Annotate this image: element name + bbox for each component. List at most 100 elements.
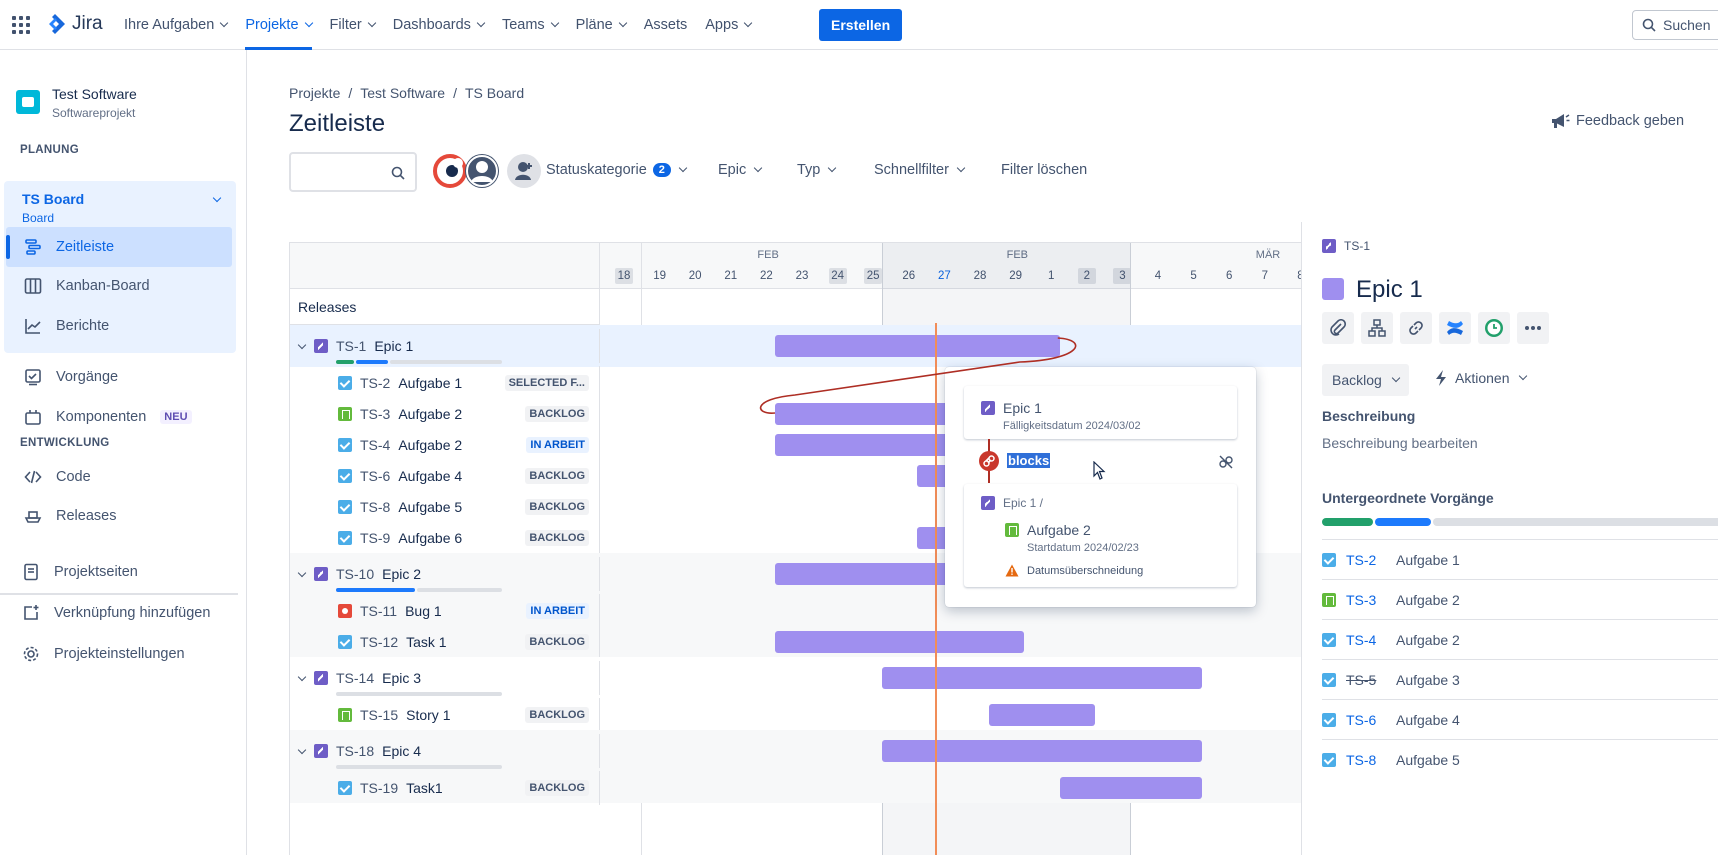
timeline-row-TS-14[interactable]: TS-14 Epic 3 <box>290 661 600 695</box>
child-progress-segment <box>1375 518 1431 526</box>
breadcrumb-projekte[interactable]: Projekte <box>289 85 340 101</box>
jira-logo[interactable]: Jira <box>44 13 103 35</box>
issue-summary: Task 1 <box>406 633 447 650</box>
project-avatar-icon <box>16 90 40 114</box>
epic-filter[interactable]: Epic <box>718 162 763 178</box>
timeline-row-TS-19[interactable]: TS-19 Task1 BACKLOG <box>290 770 600 805</box>
nav-item-0[interactable]: Ihre Aufgaben <box>124 0 229 50</box>
breadcrumb-board[interactable]: TS Board <box>465 85 524 101</box>
child-issue-row[interactable]: TS-3 Aufgabe 2 <box>1322 579 1718 619</box>
confluence-button[interactable] <box>1439 312 1471 344</box>
timeline-row-TS-2[interactable]: TS-2 Aufgabe 1 SELECTED F... <box>290 365 600 400</box>
timeline-bar-TS-14[interactable] <box>881 667 1203 689</box>
type-filter[interactable]: Typ <box>797 162 837 178</box>
timeline-row-TS-9[interactable]: TS-9 Aufgabe 6 BACKLOG <box>290 520 600 555</box>
dependency-source-card[interactable]: Epic 1 Fälligkeitsdatum 2024/03/02 <box>964 386 1237 439</box>
timeline-row-TS-3[interactable]: TS-3 Aufgabe 2 BACKLOG <box>290 396 600 431</box>
task-icon <box>338 780 352 795</box>
nav-item-1[interactable]: Projekte <box>245 0 313 50</box>
statuskategorie-filter[interactable]: Statuskategorie 2 <box>546 162 688 178</box>
timeline-row-TS-15[interactable]: TS-15 Story 1 BACKLOG <box>290 697 600 732</box>
nav-item-2[interactable]: Filter <box>330 0 376 50</box>
status-dropdown[interactable]: Backlog <box>1322 364 1409 396</box>
avatar-user-1[interactable] <box>433 154 467 188</box>
more-actions-button[interactable] <box>1517 312 1549 344</box>
feedback-button[interactable]: Feedback geben <box>1550 112 1684 130</box>
child-issue-button[interactable] <box>1361 312 1393 344</box>
issue-title[interactable]: Epic 1 <box>1356 276 1423 304</box>
timeline-bar-TS-12[interactable] <box>775 630 1025 653</box>
chevron-down-icon <box>367 18 376 28</box>
link-type-label[interactable]: blocks <box>1007 453 1051 468</box>
link-issue-button[interactable] <box>1400 312 1432 344</box>
create-button[interactable]: Erstellen <box>819 9 903 41</box>
timeline-bar-TS-1[interactable] <box>775 335 1060 357</box>
sidebar-item-zeitleiste[interactable]: Zeitleiste <box>6 227 232 267</box>
avatar-user-2[interactable] <box>465 154 499 188</box>
global-search-input[interactable]: Suchen <box>1632 10 1718 40</box>
attach-button[interactable] <box>1322 312 1354 344</box>
child-issue-key[interactable]: TS-2 <box>1346 552 1378 568</box>
child-issue-row[interactable]: TS-2 Aufgabe 1 <box>1322 539 1718 579</box>
expand-chevron-icon[interactable] <box>297 672 307 681</box>
actions-dropdown[interactable]: Aktionen <box>1435 370 1528 386</box>
timeline-bar-TS-18[interactable] <box>881 740 1203 762</box>
sidebar-item-releases[interactable]: Releases <box>6 496 232 536</box>
issue-key-breadcrumb[interactable]: TS-1 <box>1322 239 1370 253</box>
child-issue-key[interactable]: TS-6 <box>1346 712 1378 728</box>
project-header[interactable]: Test Software Softwareprojekt <box>16 86 137 120</box>
child-issue-row[interactable]: TS-5 Aufgabe 3 <box>1322 659 1718 699</box>
timeline-search-input[interactable] <box>289 152 417 192</box>
timeline-bar-TS-19[interactable] <box>1059 776 1203 799</box>
app-switcher-icon[interactable] <box>12 16 30 34</box>
nav-item-3[interactable]: Dashboards <box>393 0 486 50</box>
expand-chevron-icon[interactable] <box>297 745 307 754</box>
timeline-row-TS-11[interactable]: TS-11 Bug 1 IN ARBEIT <box>290 593 600 628</box>
add-people-button[interactable] <box>507 154 541 188</box>
timeline-row-TS-4[interactable]: TS-4 Aufgabe 2 IN ARBEIT <box>290 427 600 462</box>
sidebar-item-add-shortcut[interactable]: Verknüpfung hinzufügen <box>4 593 230 633</box>
nav-item-6[interactable]: Assets <box>644 0 688 50</box>
sidebar-item-berichte[interactable]: Berichte <box>6 306 232 346</box>
nav-item-5[interactable]: Pläne <box>576 0 627 50</box>
description-editor[interactable]: Beschreibung bearbeiten <box>1322 435 1478 451</box>
reports-chart-icon <box>25 319 41 334</box>
child-issue-key[interactable]: TS-4 <box>1346 632 1378 648</box>
child-issue-key[interactable]: TS-5 <box>1346 672 1378 688</box>
child-issue-row[interactable]: TS-4 Aufgabe 2 <box>1322 619 1718 659</box>
time-tracking-button[interactable] <box>1478 312 1510 344</box>
breadcrumb-project[interactable]: Test Software <box>360 85 445 101</box>
sidebar-item-kanban-board[interactable]: Kanban-Board <box>6 266 232 306</box>
child-issue-row[interactable]: TS-6 Aufgabe 4 <box>1322 699 1718 739</box>
sidebar-item-code[interactable]: Code <box>6 457 232 497</box>
status-lozenge: BACKLOG <box>525 529 589 546</box>
sidebar-item-komponenten[interactable]: Komponenten NEU <box>6 397 232 437</box>
timeline-row-TS-12[interactable]: TS-12 Task 1 BACKLOG <box>290 624 600 659</box>
issue-key: TS-15 <box>360 706 399 723</box>
timeline-row-TS-6[interactable]: TS-6 Aufgabe 4 BACKLOG <box>290 458 600 493</box>
sidebar-item-projekteinstellungen[interactable]: Projekteinstellungen <box>4 634 230 674</box>
child-issue-key[interactable]: TS-3 <box>1346 592 1378 608</box>
timeline-row-TS-18[interactable]: TS-18 Epic 4 <box>290 734 600 768</box>
timeline-row-TS-1[interactable]: TS-1 Epic 1 <box>290 329 600 363</box>
epic-progress-segment <box>389 360 502 364</box>
timeline-bar-TS-4[interactable] <box>775 433 953 456</box>
timeline-bar-TS-15[interactable] <box>988 703 1096 726</box>
nav-item-4[interactable]: Teams <box>502 0 559 50</box>
epic-color-swatch[interactable] <box>1322 278 1344 300</box>
clear-filters-button[interactable]: Filter löschen <box>1001 162 1087 178</box>
child-issue-row[interactable]: TS-8 Aufgabe 5 <box>1322 739 1718 779</box>
timeline-row-TS-10[interactable]: TS-10 Epic 2 <box>290 557 600 591</box>
source-title: Epic 1 <box>1003 400 1042 416</box>
expand-chevron-icon[interactable] <box>297 568 307 577</box>
sidebar-item-projektseiten[interactable]: Projektseiten <box>4 552 230 592</box>
quick-filter[interactable]: Schnellfilter <box>874 162 966 178</box>
dependency-target-card[interactable]: Epic 1 / Aufgabe 2 Startdatum 2024/02/23… <box>964 484 1237 587</box>
timeline-row-TS-8[interactable]: TS-8 Aufgabe 5 BACKLOG <box>290 489 600 524</box>
unlink-icon[interactable] <box>1218 454 1234 470</box>
expand-chevron-icon[interactable] <box>297 340 307 349</box>
nav-item-7[interactable]: Apps <box>705 0 753 50</box>
sidebar-item-vorgaenge[interactable]: Vorgänge <box>6 357 232 397</box>
child-issue-key[interactable]: TS-8 <box>1346 752 1378 768</box>
epic-icon <box>981 496 995 510</box>
